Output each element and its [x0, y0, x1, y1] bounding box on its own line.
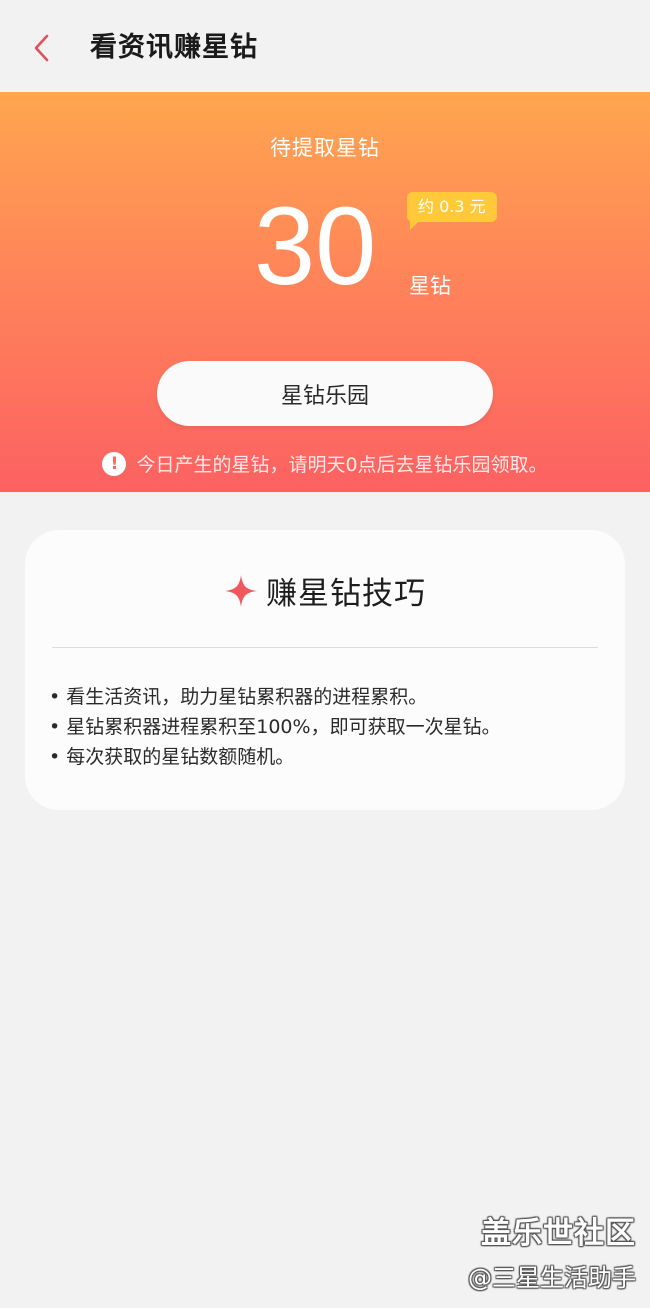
tip-item: 每次获取的星钻数额随机。: [49, 742, 501, 772]
top-bar: 看资讯赚星钻: [0, 0, 650, 92]
divider: [52, 647, 598, 648]
exclamation-icon: !: [102, 451, 127, 476]
tips-card: 赚星钻技巧 看生活资讯，助力星钻累积器的进程累积。 星钻累积器进程累积至100%…: [25, 530, 625, 810]
tips-list: 看生活资讯，助力星钻累积器的进程累积。 星钻累积器进程累积至100%，即可获取一…: [49, 682, 501, 772]
notice-text: 今日产生的星钻，请明天0点后去星钻乐园领取。: [136, 454, 548, 476]
watermark-handle: @三星生活助手: [468, 1264, 636, 1292]
tips-title: 赚星钻技巧: [266, 576, 426, 612]
page-title: 看资讯赚星钻: [90, 32, 258, 63]
approx-value-badge: 约 0.3 元: [407, 192, 497, 230]
claim-notice: ! 今日产生的星钻，请明天0点后去星钻乐园领取。: [0, 450, 650, 477]
tips-header: 赚星钻技巧: [25, 568, 625, 613]
tip-item: 看生活资讯，助力星钻累积器的进程累积。: [49, 682, 501, 712]
amount-unit: 星钻: [409, 274, 451, 298]
back-button[interactable]: [22, 26, 62, 70]
chevron-left-icon: [34, 34, 49, 62]
pending-label: 待提取星钻: [270, 136, 380, 160]
tip-item: 星钻累积器进程累积至100%，即可获取一次星钻。: [49, 712, 500, 742]
sparkle-icon: [225, 574, 257, 607]
pending-amount: 30: [254, 185, 377, 308]
star-park-button[interactable]: 星钻乐园: [157, 361, 493, 426]
watermark-brand: 盖乐世社区: [481, 1216, 636, 1251]
balance-banner: 待提取星钻 30 约 0.3 元 星钻 星钻乐园 ! 今日产生的星钻，请明天0点…: [0, 92, 650, 492]
watermark: 盖乐世社区 @三星生活助手: [468, 1208, 636, 1293]
